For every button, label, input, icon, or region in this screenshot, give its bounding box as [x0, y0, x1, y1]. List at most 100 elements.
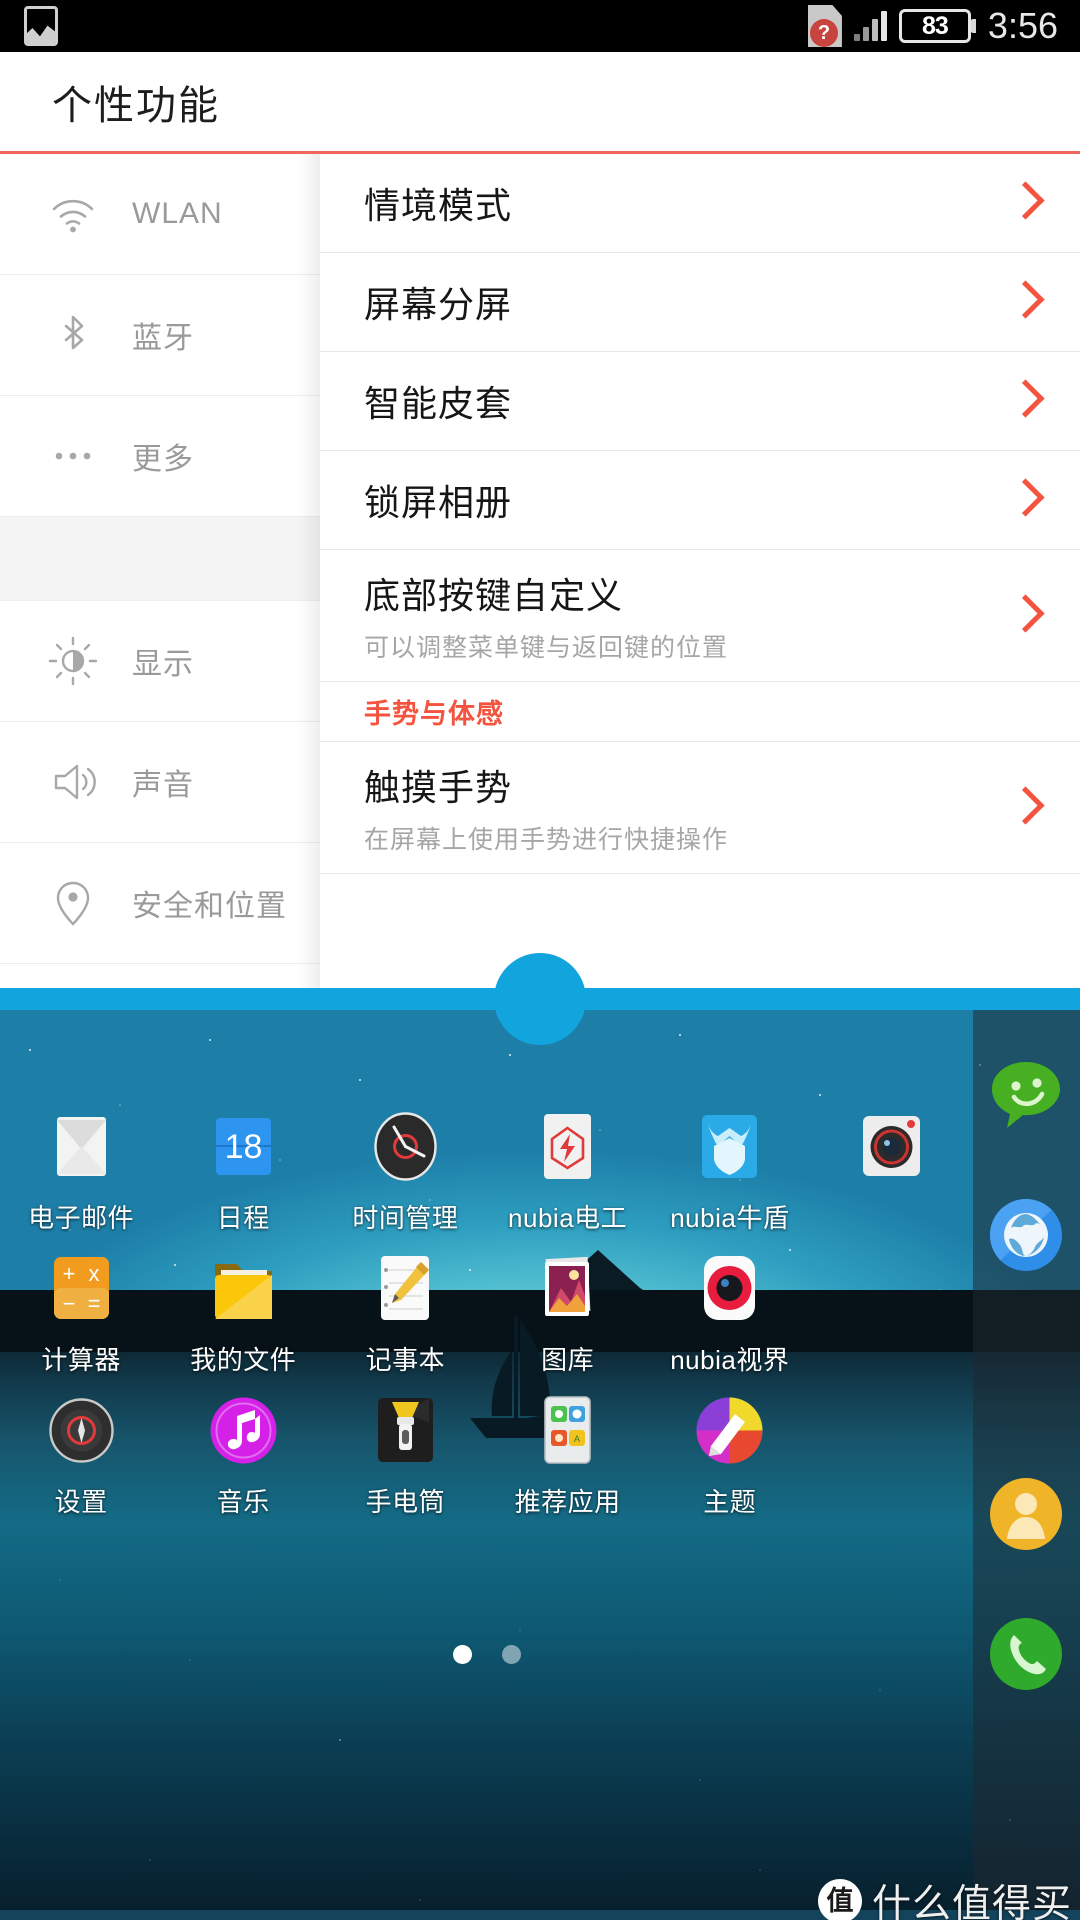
app-time-manager[interactable]: 时间管理 — [324, 1100, 486, 1242]
signal-bars-icon — [853, 11, 887, 41]
app-contacts-partial[interactable] — [811, 1242, 973, 1384]
list-item[interactable]: 智能皮套 — [320, 352, 1080, 451]
app-camera-partial[interactable] — [811, 1100, 973, 1242]
sidebar-item-label: WLAN — [132, 197, 223, 230]
app-flashlight[interactable]: 手电筒 — [324, 1384, 486, 1526]
app-grid: 电子邮件 18 日程 时间管理 nubia电工 nubia牛盾 + x − = … — [0, 1100, 973, 1720]
app-label: 记事本 — [365, 1345, 446, 1375]
app-nubia-camera[interactable]: nubia视界 — [649, 1242, 811, 1384]
watermark-badge: 值 — [817, 1879, 862, 1920]
gallery-icon — [24, 6, 58, 46]
sidebar-item-label: 蓝牙 — [132, 322, 194, 355]
list-item-title: 锁屏相册 — [364, 482, 513, 523]
settings-gear-icon — [43, 1392, 120, 1469]
app-calendar[interactable]: 18 日程 — [162, 1100, 324, 1242]
app-settings[interactable]: 设置 — [0, 1384, 162, 1526]
nubia-shield-icon — [691, 1108, 768, 1185]
app-label: 主题 — [703, 1487, 757, 1517]
page-indicator — [0, 1645, 973, 1664]
home-screen-overlay: 电子邮件 18 日程 时间管理 nubia电工 nubia牛盾 + x − = … — [0, 800, 1080, 1920]
wifi-icon — [46, 187, 100, 241]
app-label: 推荐应用 — [514, 1487, 621, 1517]
app-label: 设置 — [54, 1487, 108, 1517]
chevron-right-icon — [1010, 596, 1032, 636]
nubia-power-icon — [529, 1108, 606, 1185]
list-item[interactable]: 锁屏相册 — [320, 451, 1080, 550]
recommended-apps-icon: A — [529, 1392, 606, 1469]
list-item-title: 智能皮套 — [364, 383, 513, 424]
svg-text:x: x — [88, 1261, 99, 1286]
page-dot-active[interactable] — [452, 1645, 472, 1664]
blue-drag-handle[interactable] — [494, 953, 586, 1045]
brightness-icon — [46, 634, 100, 688]
battery-indicator: 83 — [898, 9, 976, 43]
list-item[interactable]: 底部按键自定义 可以调整菜单键与返回键的位置 — [320, 550, 1080, 682]
sidebar-item-selected[interactable] — [0, 517, 320, 601]
svg-text:−: − — [62, 1291, 75, 1316]
sidebar-item-label: 更多 — [132, 443, 194, 476]
contacts-icon[interactable] — [987, 1475, 1065, 1553]
sidebar-item-label: 声音 — [132, 769, 194, 802]
contacts-partial-icon — [853, 1250, 930, 1327]
list-item[interactable]: 情境模式 — [320, 154, 1080, 253]
app-label: nubia电工 — [508, 1203, 628, 1233]
sidebar-item-display[interactable]: 显示 — [0, 601, 320, 722]
app-nubia-power[interactable]: nubia电工 — [487, 1100, 649, 1242]
app-label: 手电筒 — [365, 1487, 446, 1517]
app-label: 音乐 — [216, 1487, 270, 1517]
time-manager-icon — [367, 1108, 444, 1185]
svg-text:18: 18 — [224, 1128, 262, 1166]
sidebar-item-label: 显示 — [132, 648, 194, 681]
chevron-right-icon — [1010, 282, 1032, 322]
app-email[interactable]: 电子邮件 — [0, 1100, 162, 1242]
app-recommended[interactable]: A 推荐应用 — [487, 1384, 649, 1526]
status-bar-clock: 3:56 — [987, 5, 1058, 46]
bluetooth-icon — [46, 308, 100, 362]
list-item[interactable]: 屏幕分屏 — [320, 253, 1080, 352]
app-notepad[interactable]: 记事本 — [324, 1242, 486, 1384]
svg-text:+: + — [62, 1261, 75, 1286]
app-label: 我的文件 — [190, 1345, 297, 1375]
app-my-files[interactable]: 我的文件 — [162, 1242, 324, 1384]
notepad-icon — [367, 1250, 444, 1327]
calendar-icon: 18 — [205, 1108, 282, 1185]
battery-level: 83 — [898, 9, 971, 43]
app-label: nubia牛盾 — [670, 1203, 790, 1233]
gallery-photos-icon — [529, 1250, 606, 1327]
app-music[interactable]: 音乐 — [162, 1384, 324, 1526]
sim-card-question-icon: ? — [807, 5, 842, 47]
phone-icon[interactable] — [987, 1615, 1065, 1693]
app-label: 日程 — [216, 1203, 270, 1233]
chevron-right-icon — [1010, 480, 1032, 520]
music-note-icon — [205, 1392, 282, 1469]
app-gallery[interactable]: 图库 — [487, 1242, 649, 1384]
page-dot[interactable] — [501, 1645, 521, 1664]
list-item-title: 底部按键自定义 — [364, 575, 624, 616]
email-icon — [43, 1108, 120, 1185]
app-theme[interactable]: 主题 — [649, 1384, 811, 1526]
sidebar-item-more[interactable]: 更多 — [0, 396, 320, 517]
status-bar-left — [0, 6, 58, 46]
nubia-camera-partial-icon — [853, 1108, 930, 1185]
app-nubia-shield[interactable]: nubia牛盾 — [649, 1100, 811, 1242]
app-calculator[interactable]: + x − = 计算器 — [0, 1242, 162, 1384]
app-label: 时间管理 — [352, 1203, 459, 1233]
watermark-text: 什么值得买 — [871, 1883, 1072, 1920]
phone-screen: ? 83 3:56 个性功能 WLAN 蓝牙 更多 显示 声音 安全和位置 情境… — [0, 0, 1080, 1920]
list-item-title: 情境模式 — [364, 185, 513, 226]
app-label: nubia视界 — [670, 1345, 790, 1375]
sidebar-item-wlan[interactable]: WLAN — [0, 154, 320, 275]
chevron-right-icon — [1010, 183, 1032, 223]
page-title: 个性功能 — [52, 83, 220, 128]
sidebar-item-bluetooth[interactable]: 蓝牙 — [0, 275, 320, 396]
calculator-icon: + x − = — [43, 1250, 120, 1327]
browser-globe-icon[interactable] — [987, 1196, 1065, 1274]
svg-text:=: = — [87, 1291, 100, 1316]
messaging-icon[interactable] — [987, 1056, 1065, 1134]
app-row: 电子邮件 18 日程 时间管理 nubia电工 nubia牛盾 — [0, 1100, 973, 1242]
svg-text:A: A — [574, 1434, 580, 1444]
app-phone-partial[interactable] — [811, 1384, 973, 1526]
section-header-gestures: 手势与体感 — [320, 682, 1080, 742]
app-row: 设置 音乐 手电筒 A 推荐应用 主题 — [0, 1384, 973, 1526]
status-bar-right: ? 83 3:56 — [807, 5, 1080, 47]
